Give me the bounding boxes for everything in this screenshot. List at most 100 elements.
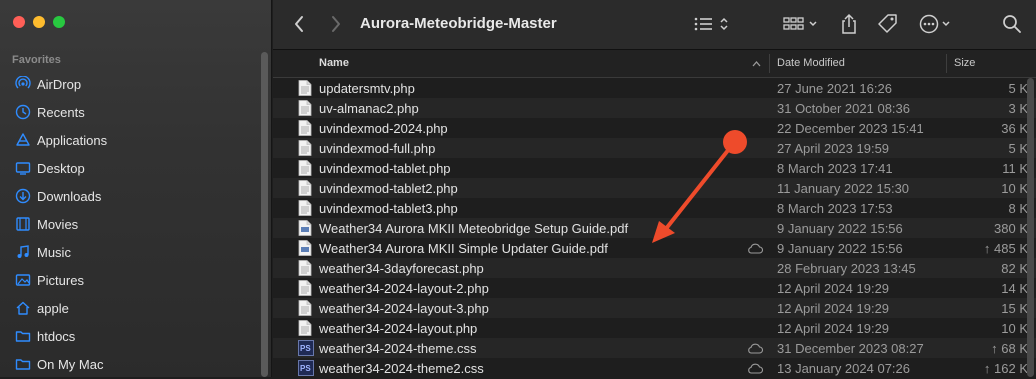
sidebar-item-apple[interactable]: apple [0, 294, 260, 322]
file-size: 15 K [1001, 301, 1028, 316]
file-date: 13 January 2024 07:26 [777, 361, 910, 376]
share-icon [842, 13, 856, 34]
file-row[interactable]: PS weather34-2024-theme.css 31 December 20… [273, 338, 1036, 358]
icloud-status-icon [747, 242, 763, 257]
sidebar-item-label: Pictures [37, 272, 84, 288]
size-column-header[interactable]: Size [954, 57, 975, 69]
sidebar-item-music[interactable]: Music [0, 238, 260, 266]
name-column-header[interactable]: Name [319, 57, 349, 69]
more-actions-button[interactable] [918, 12, 954, 36]
chevron-up-icon [752, 61, 761, 67]
search-button[interactable] [1002, 12, 1022, 36]
file-name: Weather34 Aurora MKII Simple Updater Gui… [319, 241, 608, 256]
zoom-window-button[interactable] [53, 16, 65, 28]
file-row[interactable]: uvindexmod-tablet2.php 11 January 2022 15… [273, 178, 1036, 198]
file-row[interactable]: weather34-2024-layout-3.php 12 April 2024… [273, 298, 1036, 318]
sidebar: Favorites AirDrop Recents Applications Desk… [0, 0, 272, 377]
sidebar-item-label: Desktop [37, 160, 85, 176]
file-size: ↑ 485 K [983, 241, 1028, 256]
chevron-right-icon [332, 16, 340, 32]
file-date: 8 March 2023 17:41 [777, 161, 893, 176]
file-name: uvindexmod-full.php [319, 141, 436, 156]
sidebar-scrollbar[interactable] [261, 52, 268, 377]
grid-view-icon [783, 17, 817, 30]
forward-button[interactable] [325, 13, 347, 35]
back-button[interactable] [288, 13, 310, 35]
desktop-icon [14, 159, 32, 177]
file-row[interactable]: uvindexmod-2024.php 22 December 2023 15:4… [273, 118, 1036, 138]
file-row[interactable]: weather34-3dayforecast.php 28 February 20… [273, 258, 1036, 278]
php-file-icon [298, 120, 312, 136]
file-size: 11 K [1002, 161, 1028, 176]
php-file-icon [298, 200, 312, 216]
file-row[interactable]: weather34-2024-layout.php 12 April 2024 1… [273, 318, 1036, 338]
sidebar-item-applications[interactable]: Applications [0, 126, 260, 154]
tags-button[interactable] [877, 12, 899, 36]
file-row[interactable]: weather34-2024-layout-2.php 12 April 2024… [273, 278, 1036, 298]
file-row[interactable]: updatersmtv.php 27 June 2021 16:26 5 K [273, 78, 1036, 98]
sidebar-item-label: Recents [37, 104, 85, 120]
view-options-button[interactable] [783, 12, 821, 36]
sidebar-item-on-my-mac[interactable]: On My Mac [0, 350, 260, 378]
css-file-icon: PS [298, 340, 314, 356]
date-column-header[interactable]: Date Modified [777, 57, 845, 69]
minimize-window-button[interactable] [33, 16, 45, 28]
sidebar-item-pictures[interactable]: Pictures [0, 266, 260, 294]
file-size: ↑ 68 K [991, 341, 1028, 356]
sidebar-item-downloads[interactable]: Downloads [0, 182, 260, 210]
file-size: 10 K [1001, 181, 1028, 196]
file-size: 14 K [1001, 281, 1028, 296]
sidebar-item-airdrop[interactable]: AirDrop [0, 70, 260, 98]
file-row[interactable]: uvindexmod-full.php 27 April 2023 19:59 5 … [273, 138, 1036, 158]
close-window-button[interactable] [13, 16, 25, 28]
file-name: weather34-2024-theme2.css [319, 361, 484, 376]
file-date: 22 December 2023 15:41 [777, 121, 924, 136]
php-file-icon [298, 280, 312, 296]
sort-group-button[interactable] [694, 12, 732, 36]
file-name: uvindexmod-tablet.php [319, 161, 451, 176]
file-name: weather34-2024-layout-2.php [319, 281, 489, 296]
file-list-scrollbar[interactable] [1027, 78, 1034, 377]
toolbar: Aurora-Meteobridge-Master [273, 0, 1036, 50]
airdrop-icon [14, 75, 32, 93]
file-row[interactable]: PS weather34-2024-theme2.css 13 January 20… [273, 358, 1036, 378]
chevron-left-icon [295, 16, 303, 32]
php-file-icon [298, 260, 312, 276]
sidebar-section-title: Favorites [12, 54, 61, 66]
file-date: 31 December 2023 08:27 [777, 341, 924, 356]
column-divider[interactable] [946, 54, 947, 73]
file-name: uvindexmod-2024.php [319, 121, 448, 136]
pdf-file-icon [298, 220, 312, 236]
php-file-icon [298, 140, 312, 156]
file-name: uvindexmod-tablet3.php [319, 201, 458, 216]
file-row[interactable]: uvindexmod-tablet3.php 8 March 2023 17:53… [273, 198, 1036, 218]
file-size: ↑ 162 K [983, 361, 1028, 376]
sidebar-item-label: Movies [37, 216, 79, 232]
clock-icon [14, 103, 32, 121]
file-date: 28 February 2023 13:45 [777, 261, 916, 276]
sidebar-item-desktop[interactable]: Desktop [0, 154, 260, 182]
svg-text:PS: PS [300, 364, 311, 373]
sidebar-item-htdocs[interactable]: htdocs [0, 322, 260, 350]
file-date: 12 April 2024 19:29 [777, 301, 890, 316]
file-row[interactable]: uvindexmod-tablet.php 8 March 2023 17:41 1… [273, 158, 1036, 178]
share-button[interactable] [840, 12, 858, 36]
sidebar-item-label: apple [37, 300, 69, 316]
file-row[interactable]: uv-almanac2.php 31 October 2021 08:36 3 K [273, 98, 1036, 118]
php-file-icon [298, 80, 312, 96]
file-row[interactable]: Weather34 Aurora MKII Meteobridge Setup … [273, 218, 1036, 238]
music-note-icon [14, 243, 32, 261]
php-file-icon [298, 180, 312, 196]
sidebar-item-label: AirDrop [37, 76, 82, 92]
sidebar-item-recents[interactable]: Recents [0, 98, 260, 126]
file-size: 3 K [1008, 101, 1028, 116]
file-name: Weather34 Aurora MKII Meteobridge Setup … [319, 221, 629, 236]
column-divider[interactable] [769, 54, 770, 73]
file-name: weather34-2024-layout.php [319, 321, 478, 336]
file-size: 10 K [1001, 321, 1028, 336]
sidebar-item-movies[interactable]: Movies [0, 210, 260, 238]
photo-icon [14, 271, 32, 289]
file-size: 36 K [1001, 121, 1028, 136]
svg-text:PS: PS [300, 344, 311, 353]
file-row[interactable]: Weather34 Aurora MKII Simple Updater Gui… [273, 238, 1036, 258]
